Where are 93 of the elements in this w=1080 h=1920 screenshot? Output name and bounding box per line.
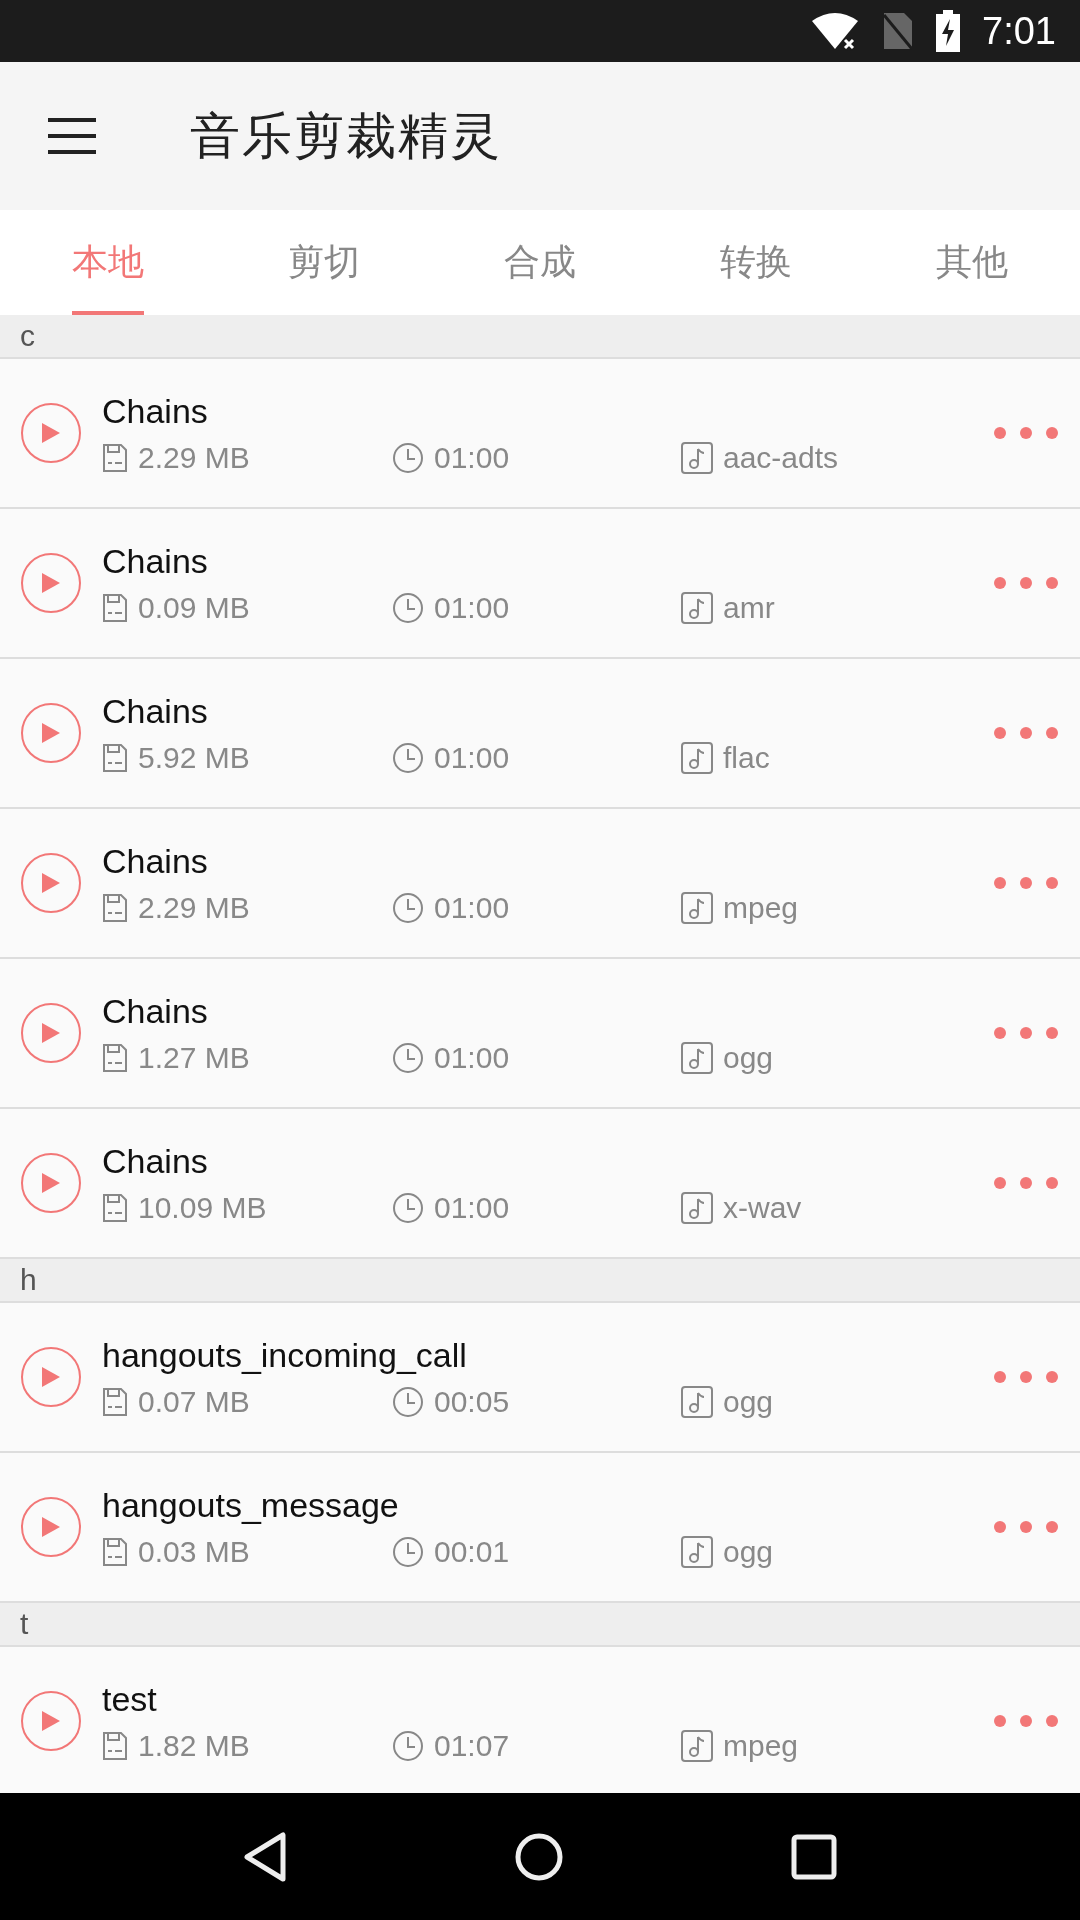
clock-icon: [392, 1535, 424, 1568]
duration: 01:00: [434, 1040, 510, 1075]
clock-icon: [392, 1729, 424, 1762]
play-icon: [40, 1365, 62, 1389]
play-icon: [40, 1021, 62, 1045]
music-note-icon: [681, 441, 713, 474]
duration: 00:05: [434, 1384, 510, 1419]
play-icon: [40, 721, 62, 745]
music-note-icon: [681, 1041, 713, 1074]
duration: 01:00: [434, 740, 510, 775]
music-note-icon: [681, 1535, 713, 1568]
file-format: amr: [723, 590, 775, 625]
duration: 01:07: [434, 1728, 510, 1763]
play-button[interactable]: [21, 1347, 81, 1407]
home-button[interactable]: [514, 1831, 564, 1882]
play-button[interactable]: [21, 853, 81, 913]
file-format: mpeg: [723, 1728, 799, 1763]
play-button[interactable]: [21, 553, 81, 613]
play-button[interactable]: [21, 703, 81, 763]
file-size: 5.92 MB: [138, 740, 250, 775]
duration: 01:00: [434, 890, 510, 925]
clock-icon: [392, 891, 424, 924]
play-icon: [40, 1515, 62, 1539]
play-button[interactable]: [21, 1691, 81, 1751]
file-size: 1.27 MB: [138, 1040, 250, 1075]
file-size: 0.09 MB: [138, 590, 250, 625]
track-name: Chains: [102, 391, 208, 431]
music-note-icon: [681, 1191, 713, 1224]
play-button[interactable]: [21, 1153, 81, 1213]
clock-icon: [392, 1385, 424, 1418]
track-name: hangouts_message: [102, 1485, 399, 1525]
section-header: t: [0, 1603, 1080, 1647]
track-name: test: [102, 1679, 157, 1719]
clock-icon: [392, 1191, 424, 1224]
play-icon: [40, 871, 62, 895]
play-button[interactable]: [21, 1497, 81, 1557]
music-note-icon: [681, 741, 713, 774]
file-format: ogg: [723, 1040, 774, 1075]
status-time: 7:01: [982, 9, 1056, 53]
track-name: Chains: [102, 991, 208, 1031]
file-size: 1.82 MB: [138, 1728, 250, 1763]
file-size-icon: [102, 442, 128, 473]
play-button[interactable]: [21, 1003, 81, 1063]
file-size-icon: [102, 742, 128, 773]
battery-charging-icon: [936, 10, 961, 52]
file-size: 0.07 MB: [138, 1384, 250, 1419]
clock-icon: [392, 591, 424, 624]
duration: 01:00: [434, 1190, 510, 1225]
track-name: Chains: [102, 541, 208, 581]
file-format: mpeg: [723, 890, 799, 925]
track-name: Chains: [102, 841, 208, 881]
section-header: c: [0, 315, 1080, 359]
file-size-icon: [102, 1730, 128, 1761]
track-name: hangouts_incoming_call: [102, 1335, 467, 1375]
file-size: 0.03 MB: [138, 1534, 250, 1569]
play-icon: [40, 1709, 62, 1733]
file-size: 10.09 MB: [138, 1190, 267, 1225]
duration: 00:01: [434, 1534, 510, 1569]
file-size-icon: [102, 1192, 128, 1223]
file-format: aac-adts: [723, 440, 839, 475]
music-note-icon: [681, 1729, 713, 1762]
track-name: Chains: [102, 691, 208, 731]
file-size-icon: [102, 1042, 128, 1073]
file-size-icon: [102, 1386, 128, 1417]
file-format: x-wav: [723, 1190, 802, 1225]
back-button[interactable]: [243, 1830, 288, 1883]
file-format: flac: [723, 740, 770, 775]
file-size-icon: [102, 1536, 128, 1567]
file-size: 2.29 MB: [138, 440, 250, 475]
file-size-icon: [102, 592, 128, 623]
music-note-icon: [681, 891, 713, 924]
clock-icon: [392, 441, 424, 474]
track-name: Chains: [102, 1141, 208, 1181]
clock-icon: [392, 741, 424, 774]
no-sim-icon: [882, 11, 915, 51]
play-button[interactable]: [21, 403, 81, 463]
duration: 01:00: [434, 590, 510, 625]
file-format: ogg: [723, 1534, 774, 1569]
duration: 01:00: [434, 440, 510, 475]
recents-button[interactable]: [790, 1833, 837, 1880]
play-icon: [40, 1171, 62, 1195]
clock-icon: [392, 1041, 424, 1074]
file-format: ogg: [723, 1384, 774, 1419]
wifi-off-icon: [810, 11, 861, 51]
music-note-icon: [681, 591, 713, 624]
file-size: 2.29 MB: [138, 890, 250, 925]
file-size-icon: [102, 892, 128, 923]
music-note-icon: [681, 1385, 713, 1418]
play-icon: [40, 571, 62, 595]
play-icon: [40, 421, 62, 445]
app-title: 音乐剪裁精灵: [190, 106, 502, 166]
menu-button[interactable]: [46, 116, 98, 156]
section-header: h: [0, 1259, 1080, 1303]
